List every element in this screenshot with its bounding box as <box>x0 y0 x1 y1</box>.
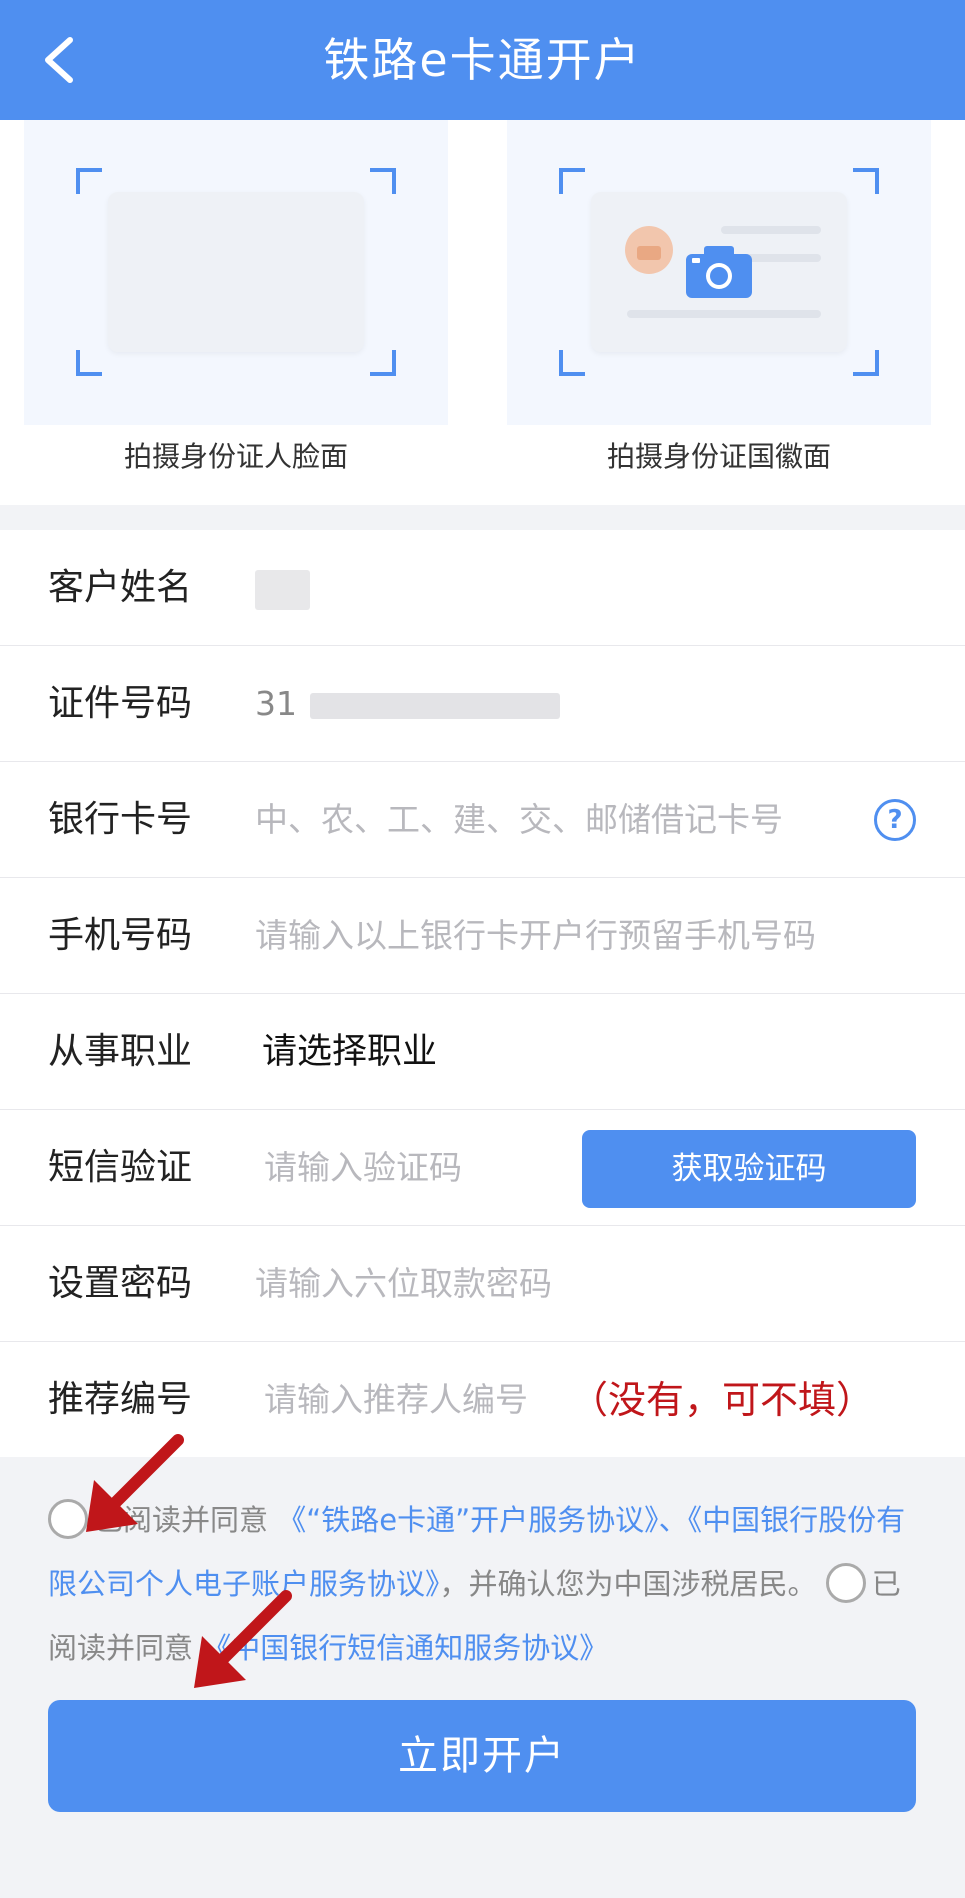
agree-text-2: ，并确认您为中国涉税居民。 <box>439 1567 817 1601</box>
get-code-button[interactable]: 获取验证码 <box>582 1130 916 1208</box>
id-number-label: 证件号码 <box>48 683 193 724</box>
id-number-value: 31 <box>255 646 560 762</box>
frame-corner <box>559 350 585 376</box>
bank-card-row[interactable]: 银行卡号 中、农、工、建、交、邮储借记卡号 ? <box>0 762 965 878</box>
agree-radio-2[interactable] <box>825 1563 866 1603</box>
bank-card-label: 银行卡号 <box>48 799 193 840</box>
name-value <box>255 530 310 646</box>
header-bar: 铁路e卡通开户 <box>0 0 965 120</box>
id-front-label: 拍摄身份证人脸面 <box>123 440 348 473</box>
camera-icon <box>686 246 752 298</box>
id-number-prefix: 31 <box>255 684 297 723</box>
card-line <box>721 226 821 234</box>
sms-label: 短信验证 <box>48 1147 193 1188</box>
card-line <box>627 310 821 318</box>
phone-label: 手机号码 <box>48 915 193 956</box>
help-icon[interactable]: ? <box>874 799 916 841</box>
frame-corner <box>370 168 396 194</box>
referrer-input[interactable]: 请输入推荐人编号 <box>264 1342 528 1458</box>
id-back-label: 拍摄身份证国徽面 <box>606 440 831 473</box>
password-row[interactable]: 设置密码 请输入六位取款密码 <box>0 1226 965 1342</box>
name-label: 客户姓名 <box>48 567 193 608</box>
name-row: 客户姓名 <box>0 530 965 646</box>
frame-corner <box>559 168 585 194</box>
id-card-placeholder <box>591 192 847 352</box>
password-input[interactable]: 请输入六位取款密码 <box>255 1226 552 1342</box>
sms-row: 短信验证 请输入验证码 获取验证码 <box>0 1110 965 1226</box>
occupation-row[interactable]: 从事职业 请选择职业 <box>0 994 965 1110</box>
open-account-button[interactable]: 立即开户 <box>48 1700 916 1812</box>
id-photo-section: 拍摄身份证人脸面 拍摄身份证国徽面 <box>0 120 965 505</box>
sms-code-input[interactable]: 请输入验证码 <box>264 1110 462 1226</box>
occupation-select[interactable]: 请选择职业 <box>262 994 437 1110</box>
frame-corner <box>853 350 879 376</box>
frame-corner <box>76 168 102 194</box>
frame-corner <box>370 350 396 376</box>
redacted-name <box>255 569 310 610</box>
frame-corner <box>853 168 879 194</box>
red-arrow-icon <box>86 1434 184 1532</box>
id-card-placeholder <box>108 192 364 352</box>
frame-corner <box>76 350 102 376</box>
account-form: 客户姓名 证件号码 31 银行卡号 中、农、工、建、交、邮储借记卡号 ? 手机号… <box>0 530 965 1457</box>
referrer-note: （没有，可不填） <box>570 1378 875 1422</box>
bank-card-input[interactable]: 中、农、工、建、交、邮储借记卡号 <box>255 762 783 878</box>
password-label: 设置密码 <box>48 1263 193 1304</box>
phone-input[interactable]: 请输入以上银行卡开户行预留手机号码 <box>255 878 816 994</box>
page-title: 铁路e卡通开户 <box>323 33 642 87</box>
national-emblem-icon <box>625 226 673 274</box>
id-number-row: 证件号码 31 <box>0 646 965 762</box>
red-arrow-icon <box>194 1590 292 1688</box>
redacted-id-number <box>309 692 560 719</box>
id-back-upload[interactable] <box>507 120 931 425</box>
phone-row[interactable]: 手机号码 请输入以上银行卡开户行预留手机号码 <box>0 878 965 994</box>
occupation-label: 从事职业 <box>48 1031 193 1072</box>
id-front-upload[interactable] <box>24 120 448 425</box>
